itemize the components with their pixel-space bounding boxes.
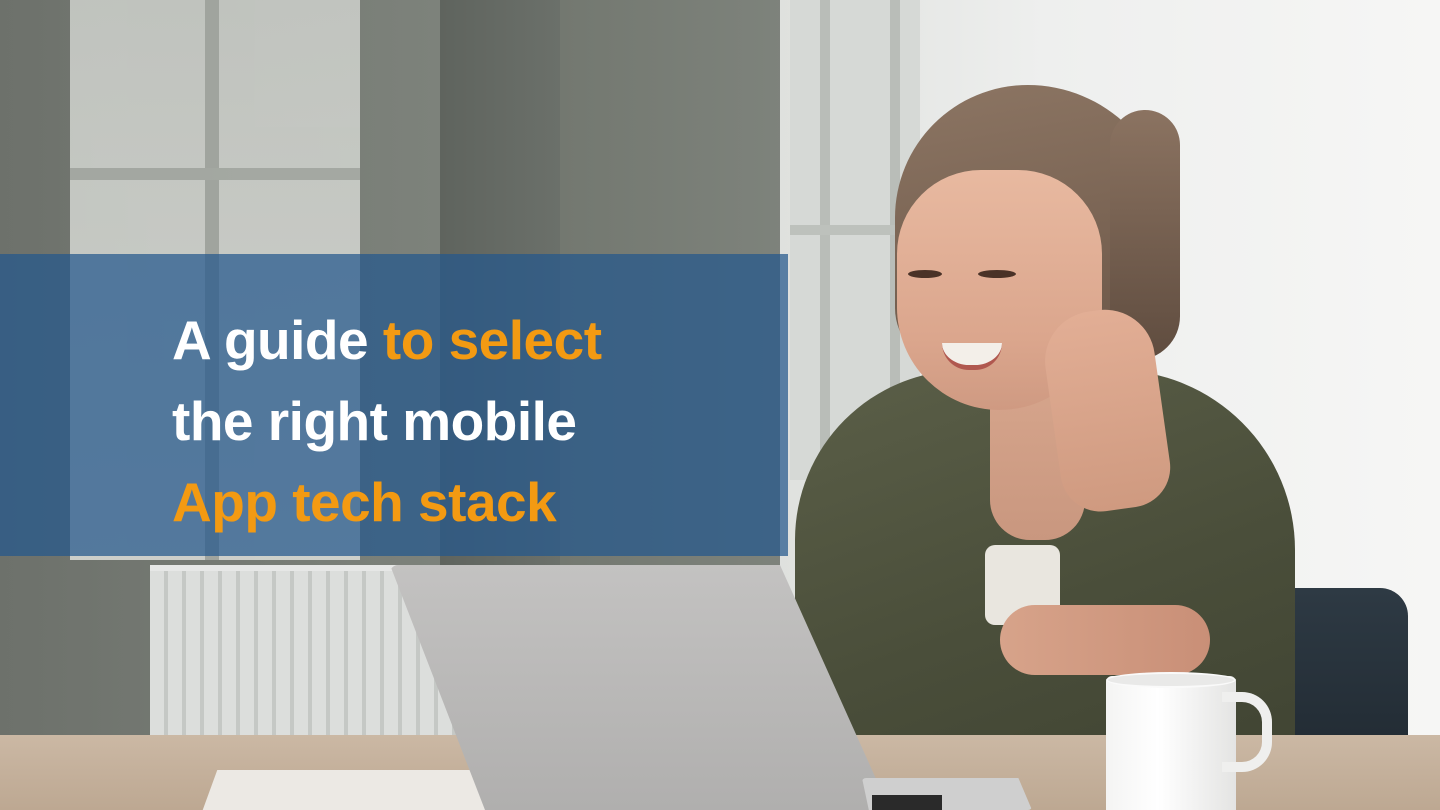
- headline-line-3: App tech stack: [172, 471, 557, 533]
- eye-right: [978, 270, 1016, 278]
- mug-handle: [1222, 692, 1272, 772]
- headline-line-2: the right mobile: [172, 390, 577, 452]
- headline-accent-text: to select: [382, 309, 602, 371]
- headline-white-text: A guide: [172, 309, 383, 371]
- mug-rim: [1106, 672, 1236, 688]
- notebook: [202, 770, 518, 810]
- folded-arm: [1000, 605, 1210, 675]
- headline-line-1: A guide to select: [172, 300, 772, 381]
- laptop-keyboard: [872, 795, 942, 810]
- eye-left: [908, 270, 942, 278]
- headline: A guide to select the right mobile App t…: [172, 300, 772, 543]
- coffee-mug: [1106, 676, 1236, 810]
